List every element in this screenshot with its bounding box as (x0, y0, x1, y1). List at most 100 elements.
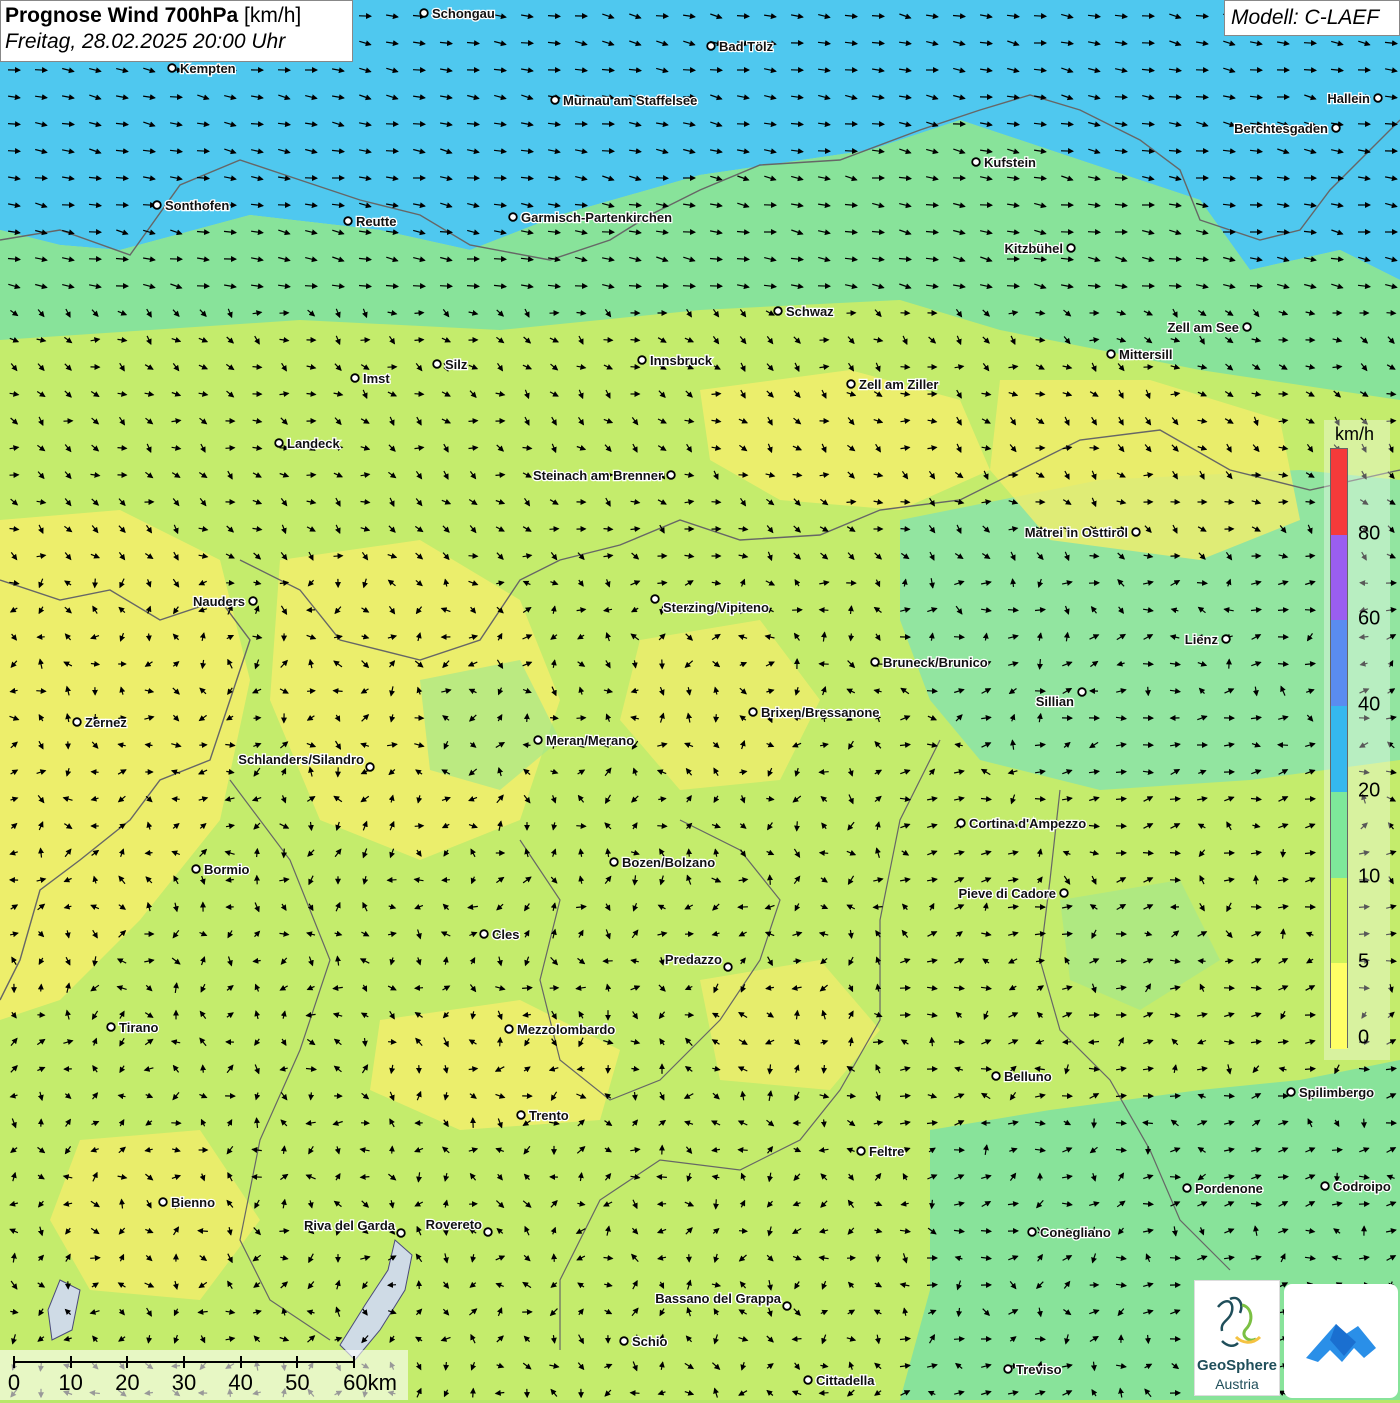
city-dot (1332, 124, 1340, 132)
wind-arrow (388, 880, 397, 881)
city-marker: Garmisch-Partenkirchen (509, 210, 672, 225)
wind-arrow (820, 1393, 829, 1394)
wind-arrow (1170, 1177, 1180, 1178)
city-marker: Innsbruck (638, 353, 713, 368)
wind-arrow (631, 1393, 640, 1394)
wind-arrow (305, 286, 317, 287)
map-title-unit: [km/h] (244, 4, 301, 27)
wind-arrow (981, 1069, 991, 1070)
city-dot (620, 1337, 628, 1345)
city-dot (804, 1376, 812, 1384)
city-marker: Meran/Merano (534, 733, 634, 748)
wind-arrow (284, 849, 285, 858)
city-marker: Zell am Ziller (847, 377, 938, 392)
wind-arrow (1008, 610, 1018, 611)
city-name: Garmisch-Partenkirchen (521, 210, 672, 225)
city-dot (433, 360, 441, 368)
city-name: Innsbruck (650, 353, 713, 368)
wind-arrow (1116, 1123, 1126, 1124)
wind-arrow (1224, 1096, 1234, 1097)
city-name: Bormio (204, 862, 250, 877)
wind-arrow (1169, 286, 1181, 287)
city-dot (509, 213, 517, 221)
wind-arrow (36, 691, 45, 692)
wind-arrow (820, 610, 829, 611)
wind-arrow (1170, 853, 1180, 854)
city-name: Berchtesgaden (1234, 121, 1328, 136)
wind-arrow (1196, 97, 1208, 98)
city-dot (484, 1228, 492, 1236)
scale-tick (296, 1356, 298, 1368)
wind-arrow (1148, 687, 1149, 695)
city-dot (857, 1147, 865, 1155)
city-name: Hallein (1327, 91, 1370, 106)
city-marker: Schongau (420, 6, 495, 21)
wind-arrow (548, 16, 560, 17)
city-dot (1287, 1088, 1295, 1096)
wind-arrow (900, 1096, 910, 1097)
scale-bar: 0102030405060km (0, 1350, 408, 1400)
wind-arrow (1197, 583, 1207, 584)
wind-arrow (932, 1038, 933, 1046)
city-name: Rovereto (426, 1217, 482, 1232)
geosphere-logo: GeoSphere Austria (1194, 1280, 1280, 1396)
city-marker: Mezzolombardo (505, 1022, 615, 1037)
wind-arrow (631, 340, 640, 341)
city-dot (344, 217, 352, 225)
legend-tick-label: 0 (1358, 1027, 1369, 1050)
wind-arrow (1306, 556, 1315, 557)
color-legend: km/h 051020406080 (1324, 420, 1390, 1060)
city-marker: Berchtesgaden (1234, 121, 1340, 136)
wind-arrow (413, 70, 425, 71)
wind-arrow (413, 124, 425, 125)
scale-tick (70, 1356, 72, 1368)
wind-arrow (1036, 340, 1045, 341)
model-label: Modell: C-LAEF (1224, 0, 1400, 36)
scale-label: 20 (115, 1370, 139, 1396)
city-dot (957, 819, 965, 827)
wind-arrow (793, 1339, 802, 1340)
city-dot (847, 380, 855, 388)
wind-arrow (1250, 178, 1262, 179)
city-name: Cittadella (816, 1373, 875, 1388)
city-name: Codroipo (1333, 1179, 1391, 1194)
wind-arrow (576, 826, 585, 827)
wind-arrow (712, 394, 721, 395)
wind-arrow (1035, 1339, 1045, 1340)
wind-arrow (878, 1254, 879, 1261)
wind-arrow (604, 529, 613, 530)
city-dot (667, 471, 675, 479)
city-name: Schio (632, 1334, 667, 1349)
city-name: Imst (363, 371, 390, 386)
city-dot (992, 1072, 1000, 1080)
legend-segment (1331, 878, 1347, 964)
wind-arrow (1116, 961, 1126, 962)
wind-arrow (1040, 659, 1041, 669)
wind-arrow (388, 1285, 396, 1286)
wind-arrow (1278, 745, 1288, 746)
wind-arrow (197, 151, 209, 152)
city-dot (651, 595, 659, 603)
legend-color-bar (1330, 448, 1348, 1048)
wind-arrow (1170, 1258, 1180, 1259)
city-dot (724, 963, 732, 971)
city-dot (1321, 1182, 1329, 1190)
city-name: Riva del Garda (304, 1218, 396, 1233)
city-marker: Pieve di Cadore (958, 886, 1067, 901)
map-title: Prognose Wind 700hPa [km/h] (5, 4, 348, 28)
wind-arrow (440, 232, 452, 233)
wind-arrow (657, 583, 666, 584)
city-dot (638, 356, 646, 364)
legend-segment (1331, 963, 1347, 1049)
wind-arrow (446, 1362, 447, 1370)
forecast-datetime: Freitag, 28.02.2025 20:00 Uhr (5, 30, 348, 54)
scale-tick (183, 1356, 185, 1368)
wind-arrow (550, 529, 559, 530)
wind-arrow (739, 1231, 747, 1232)
city-dot (505, 1025, 513, 1033)
wind-arrow (1148, 1335, 1149, 1343)
city-dot (73, 718, 81, 726)
wind-arrow (311, 1092, 312, 1099)
wind-arrow (254, 718, 261, 719)
city-name: Conegliano (1040, 1225, 1111, 1240)
